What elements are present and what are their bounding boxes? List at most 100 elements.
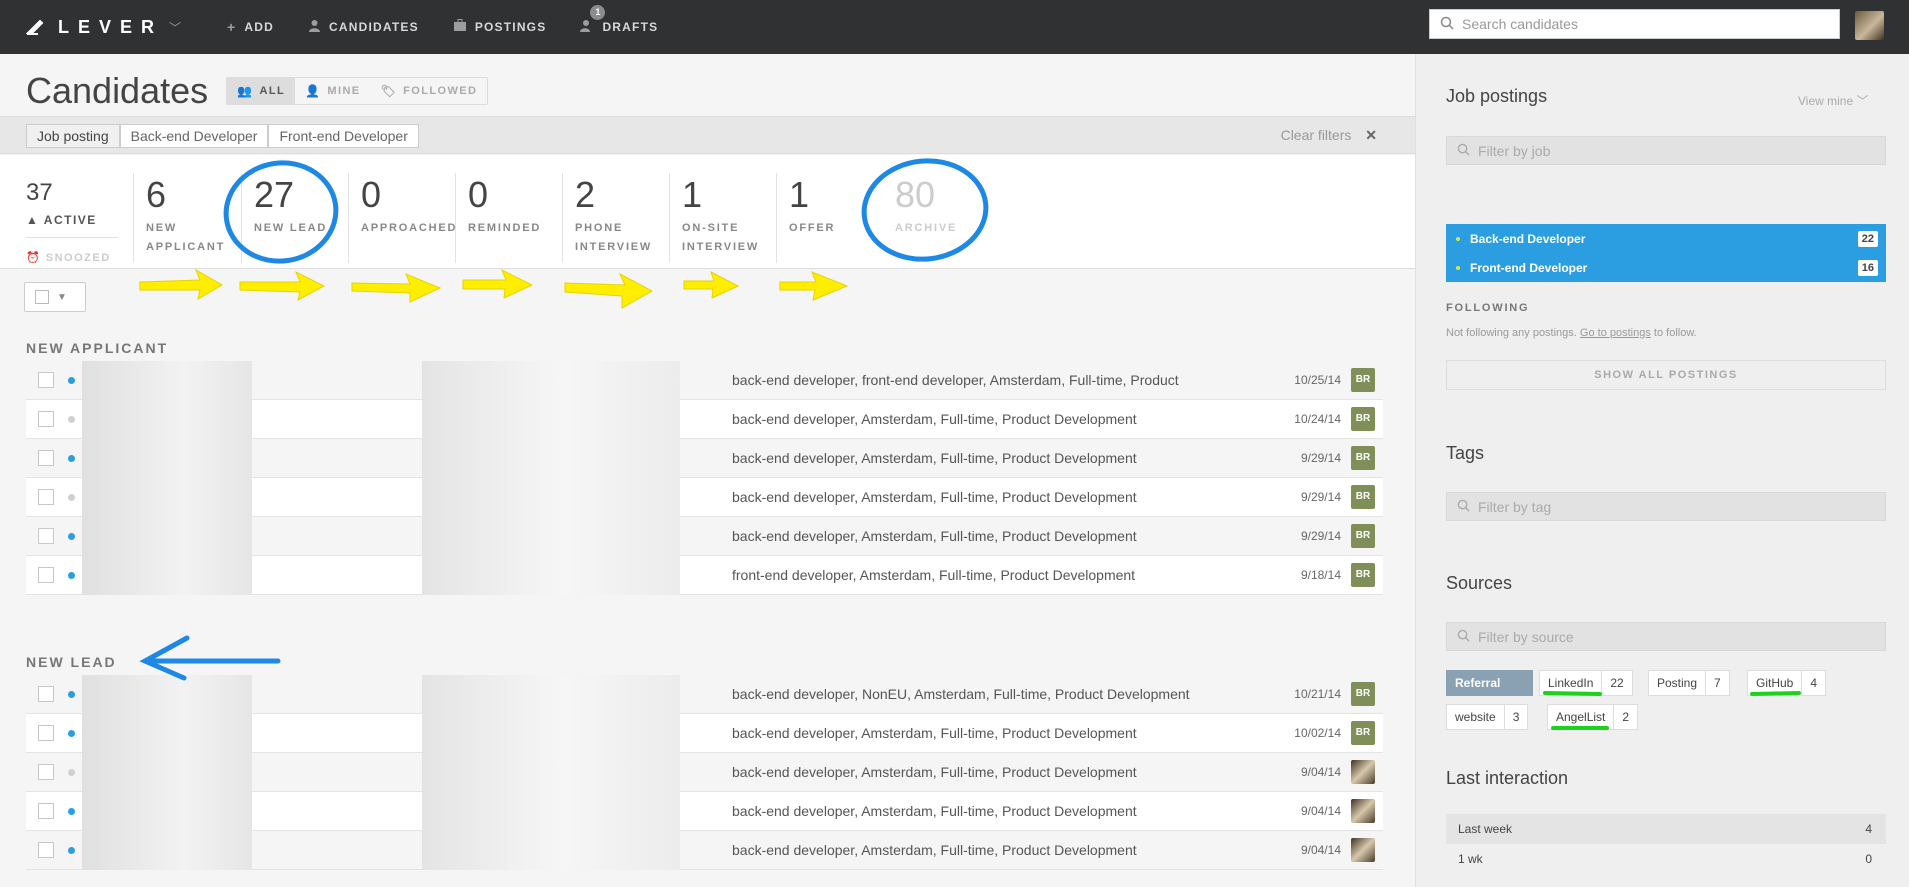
- job-count: 22: [1857, 230, 1878, 247]
- person-icon: [308, 19, 321, 35]
- job-item-backend[interactable]: Back-end Developer 22: [1446, 224, 1886, 253]
- stage-archive[interactable]: 80 ARCHIVE: [883, 173, 957, 263]
- filter-chip-label[interactable]: Job posting: [26, 124, 120, 148]
- source-chip-website[interactable]: website 3: [1446, 704, 1529, 730]
- source-chip-posting[interactable]: Posting 7: [1648, 670, 1730, 696]
- source-chip-angellist[interactable]: AngelList 2: [1547, 704, 1639, 730]
- candidate-row[interactable]: back-end developer, Amsterdam, Full-time…: [26, 439, 1383, 478]
- candidate-row[interactable]: back-end developer, Amsterdam, Full-time…: [26, 517, 1383, 556]
- briefcase-icon: [453, 19, 467, 35]
- divider: [26, 237, 118, 238]
- show-all-postings-button[interactable]: SHOW ALL POSTINGS: [1446, 360, 1886, 390]
- stage-onsite-interview[interactable]: 1 ON-SITE INTERVIEW: [669, 173, 759, 263]
- nav-postings[interactable]: POSTINGS: [453, 19, 547, 35]
- owner-avatar[interactable]: BR: [1351, 407, 1375, 431]
- row-checkbox[interactable]: [38, 764, 54, 780]
- row-checkbox[interactable]: [38, 803, 54, 819]
- search-input[interactable]: [1462, 16, 1822, 32]
- job-filter-input[interactable]: [1478, 142, 1858, 159]
- last-interaction-item[interactable]: 1 wk 0: [1446, 844, 1886, 874]
- redacted-candidate-name: [82, 675, 252, 714]
- candidate-row[interactable]: back-end developer, Amsterdam, Full-time…: [26, 831, 1383, 870]
- owner-avatar[interactable]: BR: [1351, 446, 1375, 470]
- candidate-row[interactable]: back-end developer, Amsterdam, Full-time…: [26, 792, 1383, 831]
- stage-offer[interactable]: 1 OFFER: [776, 173, 835, 263]
- lever-logo[interactable]: LEVER ﹀: [26, 17, 181, 38]
- redacted-candidate-name: [82, 439, 252, 478]
- stage-reminded[interactable]: 0 REMINDED: [455, 173, 541, 263]
- go-to-postings-link[interactable]: Go to postings: [1580, 327, 1651, 339]
- owner-avatar[interactable]: BR: [1351, 524, 1375, 548]
- view-mine-button[interactable]: 👤 MINE: [295, 78, 370, 104]
- candidate-row[interactable]: back-end developer, NonEU, Amsterdam, Fu…: [26, 675, 1383, 714]
- tag-filter-box[interactable]: [1446, 492, 1886, 521]
- owner-avatar[interactable]: BR: [1351, 682, 1375, 706]
- right-sidebar: Job postings View mine ﹀ Back-end Develo…: [1415, 54, 1909, 887]
- owner-avatar[interactable]: BR: [1351, 485, 1375, 509]
- nav-candidates[interactable]: CANDIDATES: [308, 19, 419, 35]
- plus-icon: +: [227, 19, 237, 35]
- stage-label: APPROACHED: [361, 222, 458, 234]
- chevron-down-icon[interactable]: ﹀: [169, 19, 181, 36]
- source-filter-input[interactable]: [1478, 628, 1858, 645]
- row-checkbox[interactable]: [38, 411, 54, 427]
- job-item-frontend[interactable]: Front-end Developer 16: [1446, 253, 1886, 282]
- owner-avatar[interactable]: [1351, 760, 1375, 784]
- row-checkbox[interactable]: [38, 725, 54, 741]
- stage-new-lead[interactable]: 27 NEW LEAD: [241, 173, 327, 263]
- filter-chip-backend[interactable]: Back-end Developer: [119, 124, 269, 148]
- tag-filter-input[interactable]: [1478, 498, 1858, 515]
- owner-avatar[interactable]: BR: [1351, 563, 1375, 587]
- source-filter-box[interactable]: [1446, 622, 1886, 651]
- nav-add[interactable]: + ADD: [227, 19, 274, 35]
- view-all-button[interactable]: 👥 ALL: [227, 78, 296, 104]
- candidate-row[interactable]: back-end developer, Amsterdam, Full-time…: [26, 753, 1383, 792]
- last-interaction-title: Last interaction: [1446, 768, 1569, 788]
- user-avatar[interactable]: [1855, 11, 1884, 40]
- select-all-checkbox[interactable]: [35, 290, 49, 304]
- row-checkbox[interactable]: [38, 528, 54, 544]
- filter-chip-frontend[interactable]: Front-end Developer: [268, 124, 419, 148]
- last-interaction-item[interactable]: Last week 4: [1446, 814, 1886, 844]
- stage-new-applicant[interactable]: 6 NEW APPLICANT: [133, 173, 225, 263]
- nav-drafts[interactable]: 1 DRAFTS: [580, 5, 658, 35]
- snoozed-toggle[interactable]: ⏰ SNOOZED: [26, 251, 111, 264]
- stage-label-line2: INTERVIEW: [682, 241, 760, 253]
- view-followed-button[interactable]: 🏷 FOLLOWED: [371, 78, 488, 104]
- row-checkbox[interactable]: [38, 567, 54, 583]
- source-chip-referral[interactable]: Referral: [1446, 670, 1534, 696]
- row-checkbox[interactable]: [38, 489, 54, 505]
- section-title-new-applicant: NEW APPLICANT: [26, 340, 169, 356]
- clear-filters-button[interactable]: Clear filters ✕: [1281, 127, 1377, 144]
- row-checkbox[interactable]: [38, 842, 54, 858]
- source-chip-github[interactable]: GitHub 4: [1747, 670, 1827, 696]
- candidate-row[interactable]: back-end developer, Amsterdam, Full-time…: [26, 478, 1383, 517]
- search-icon: [1457, 629, 1470, 645]
- unread-dot-icon: [68, 493, 75, 501]
- job-filter-box[interactable]: [1446, 136, 1886, 165]
- candidate-row[interactable]: back-end developer, Amsterdam, Full-time…: [26, 400, 1383, 439]
- active-summary[interactable]: 37 ▲ ACTIVE ⏰ SNOOZED: [26, 179, 111, 264]
- redacted-candidate-details: [422, 792, 680, 831]
- stage-phone-interview[interactable]: 2 PHONE INTERVIEW: [562, 173, 652, 263]
- redacted-candidate-name: [82, 831, 252, 870]
- view-mine-dropdown[interactable]: View mine ﹀: [1798, 92, 1869, 109]
- source-chip-linkedin[interactable]: LinkedIn 22: [1539, 670, 1633, 696]
- candidate-tags: back-end developer, Amsterdam, Full-time…: [732, 528, 1137, 544]
- owner-avatar[interactable]: BR: [1351, 368, 1375, 392]
- row-checkbox[interactable]: [38, 450, 54, 466]
- candidate-row[interactable]: back-end developer, front-end developer,…: [26, 361, 1383, 400]
- row-checkbox[interactable]: [38, 372, 54, 388]
- candidate-date: 9/29/14: [1300, 529, 1341, 543]
- source-count: 4: [1801, 671, 1825, 695]
- candidate-row[interactable]: back-end developer, Amsterdam, Full-time…: [26, 714, 1383, 753]
- owner-avatar[interactable]: BR: [1351, 721, 1375, 745]
- bulk-select-dropdown[interactable]: ▼: [24, 282, 86, 312]
- search-box[interactable]: [1429, 9, 1840, 39]
- candidate-row[interactable]: front-end developer, Amsterdam, Full-tim…: [26, 556, 1383, 595]
- row-checkbox[interactable]: [38, 686, 54, 702]
- owner-avatar[interactable]: [1351, 799, 1375, 823]
- stage-approached[interactable]: 0 APPROACHED: [348, 173, 457, 263]
- search-icon: [1457, 143, 1470, 159]
- owner-avatar[interactable]: [1351, 838, 1375, 862]
